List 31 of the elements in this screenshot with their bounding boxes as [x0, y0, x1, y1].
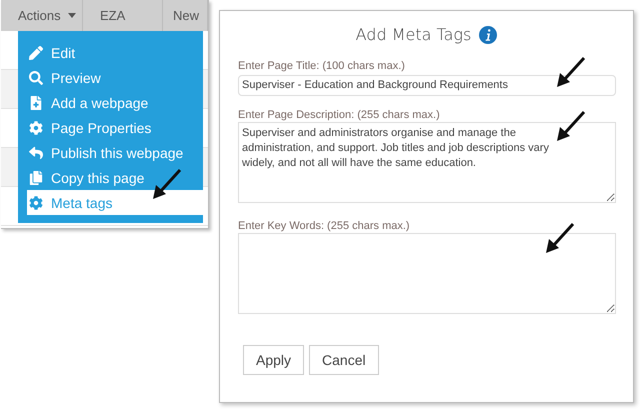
menu-item[interactable]: Edit — [27, 40, 203, 65]
add-page-icon — [29, 96, 43, 110]
info-icon[interactable] — [479, 26, 498, 44]
field-label: Enter Page Description: (255 chars max.) — [238, 108, 441, 120]
dialog-title: Add Meta Tags — [356, 25, 472, 44]
copy-icon — [29, 170, 43, 184]
arrow-icon — [545, 222, 575, 254]
input-field[interactable]: Superviser - Education and Background Requirements — [238, 74, 616, 96]
gear-icon — [29, 120, 43, 134]
text-area[interactable]: Superviser and administrators organise and manage the administration, and support. Job titles and job descriptions vary widely, and not all will have the same education. — [238, 122, 616, 202]
arrow-icon — [556, 110, 586, 142]
menu-item[interactable]: Preview — [27, 65, 203, 90]
reply-arrow-icon — [29, 146, 43, 160]
gear-icon — [29, 196, 43, 210]
column-header[interactable]: EZA — [100, 8, 126, 23]
caret-icon — [68, 13, 76, 18]
menu-item[interactable]: Meta tags — [27, 190, 203, 215]
column-header[interactable]: New — [173, 8, 200, 23]
pencil-icon — [29, 46, 43, 60]
field-label: Enter Page Title: (100 chars max.) — [238, 60, 406, 72]
search-icon — [29, 70, 43, 84]
arrow-icon — [556, 56, 586, 88]
apply-button[interactable]: Apply — [243, 344, 304, 374]
field-label: Enter Key Words: (255 chars max.) — [238, 220, 411, 232]
menu-item[interactable]: Copy this page — [27, 165, 203, 190]
menu-item[interactable]: Publish this webpage — [27, 140, 203, 165]
menu-item[interactable]: Add a webpage — [27, 90, 203, 115]
column-header[interactable]: Actions — [18, 8, 61, 23]
menu-item[interactable]: Page Properties — [27, 115, 203, 140]
arrow-icon — [152, 168, 182, 200]
cancel-button[interactable]: Cancel — [309, 344, 379, 374]
